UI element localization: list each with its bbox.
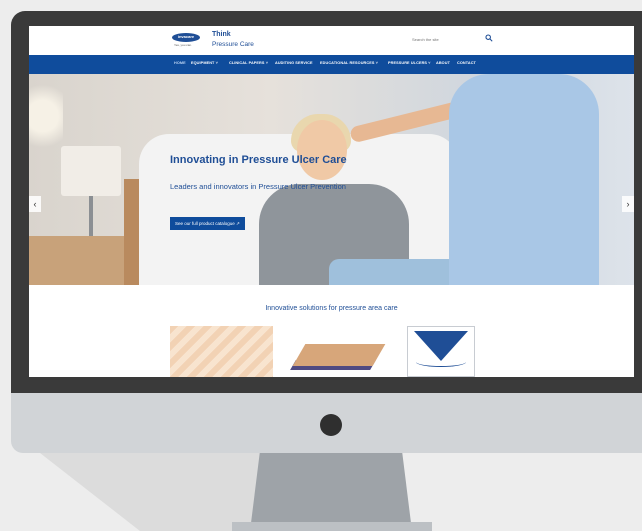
browser-screen: invacare Yes, you can. Think Pressure Ca… [29,26,634,377]
brand-line-pressure-care[interactable]: Pressure Care [212,41,254,48]
product-card-overlay-mattress[interactable] [285,326,391,377]
product-catalogue-button[interactable]: See our full product catalogue ↗ [170,217,245,230]
logo-arc [416,357,466,367]
nav-item-clinical-papers[interactable]: CLINICAL PAPERS ˅ [229,61,268,65]
hero-slider: Innovating in Pressure Ulcer Care Leader… [29,74,634,285]
slider-prev-arrow-icon[interactable]: ‹ [29,196,41,212]
nav-item-auditing-service[interactable]: AUDITING SERVICE [275,61,313,65]
nav-item-equipment[interactable]: EQUIPMENT ˅ [191,61,218,65]
monitor-stand-base [232,522,432,531]
main-nav: HOME EQUIPMENT ˅ CLINICAL PAPERS ˅ AUDIT… [29,55,634,74]
monitor-stand [250,453,412,531]
logo-tagline: Yes, you can. [174,43,192,47]
search-input[interactable] [412,35,482,44]
slider-next-arrow-icon[interactable]: › [622,196,634,212]
hero-subtitle: Leaders and innovators in Pressure Ulcer… [170,182,346,191]
product-card-foam-mattress[interactable] [170,326,273,377]
nav-item-pressure-ulcers[interactable]: PRESSURE ULCERS ˅ [388,61,431,65]
hero-flowers [29,84,63,164]
product-card-logo[interactable] [407,326,475,377]
nav-item-home[interactable]: HOME [174,61,186,65]
mattress-top [292,344,386,366]
hero-title: Innovating in Pressure Ulcer Care [170,154,347,166]
logo-oval: invacare [172,33,200,42]
logo-text: invacare [177,34,195,39]
nav-item-contact[interactable]: CONTACT [457,61,476,65]
monitor-camera-dot [320,414,342,436]
nav-item-educational-resources[interactable]: EDUCATIONAL RESOURCES ˅ [320,61,378,65]
nav-item-about[interactable]: ABOUT [436,61,450,65]
invacare-logo[interactable]: invacare Yes, you can. [172,33,208,48]
site-header: invacare Yes, you can. Think Pressure Ca… [29,26,634,55]
hero-nurse [449,74,599,285]
solutions-heading: Innovative solutions for pressure area c… [265,305,398,312]
hero-patient-face [297,120,347,180]
brand-line-think[interactable]: Think [212,31,231,38]
hero-bedside-table [29,236,124,285]
search-icon[interactable] [485,34,493,42]
hero-lamp-shade [61,146,121,196]
